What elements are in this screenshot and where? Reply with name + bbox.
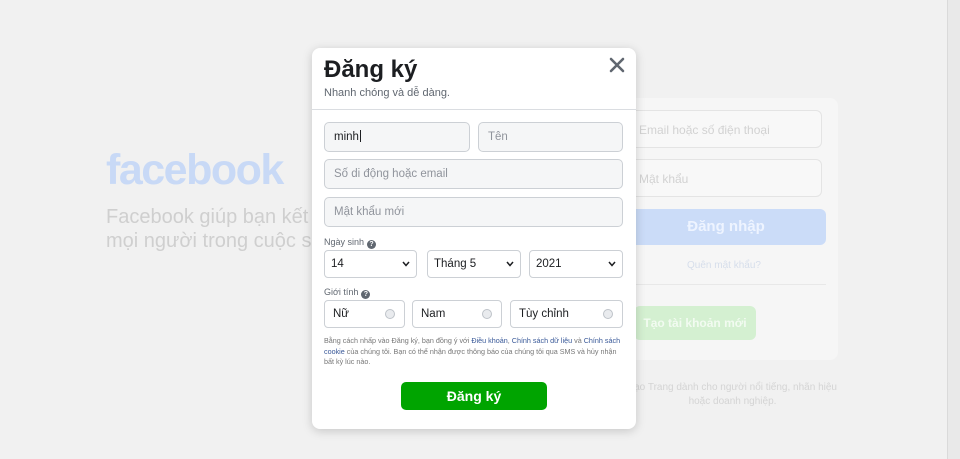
login-button[interactable]: Đăng nhập (626, 209, 826, 245)
modal-subtitle: Nhanh chóng và dễ dàng. (324, 87, 450, 99)
scrollbar[interactable] (947, 0, 960, 459)
gender-option-male[interactable]: Nam (412, 300, 502, 328)
login-email-input[interactable]: Email hoặc số điện thoại (626, 110, 822, 148)
terms-text-part: Bằng cách nhấp vào Đăng ký, bạn đồng ý v… (324, 336, 472, 345)
forgot-password-link[interactable]: Quên mật khẩu? (610, 260, 838, 271)
signup-modal: Đăng ký Nhanh chóng và dễ dàng. minh Tên… (312, 48, 636, 429)
modal-divider (312, 109, 636, 110)
birthday-day-select[interactable]: 14 (324, 250, 417, 278)
contact-input[interactable]: Số di động hoặc email (324, 159, 623, 189)
login-card: Email hoặc số điện thoại Mật khẩu Đăng n… (610, 98, 838, 360)
new-password-input[interactable]: Mật khẩu mới (324, 197, 623, 227)
radio-button[interactable] (385, 309, 395, 319)
chevron-down-icon (608, 261, 616, 267)
login-password-input[interactable]: Mật khẩu (626, 159, 822, 197)
radio-button[interactable] (482, 309, 492, 319)
terms-text-part: của chúng tôi. Bạn có thể nhận được thôn… (324, 346, 617, 367)
facebook-logo: facebook (106, 146, 284, 194)
create-account-button[interactable]: Tạo tài khoản mới (634, 306, 756, 340)
birthday-label-text: Ngày sinh (324, 237, 365, 247)
birthday-month-value: Tháng 5 (434, 258, 477, 270)
first-name-value: minh (334, 131, 359, 143)
gender-option-label: Nam (421, 308, 446, 320)
birthday-label: Ngày sinh? (324, 237, 377, 249)
gender-option-label: Nữ (333, 308, 350, 320)
help-icon[interactable]: ? (367, 240, 377, 249)
gender-option-female[interactable]: Nữ (324, 300, 405, 328)
radio-button[interactable] (603, 309, 613, 319)
chevron-down-icon (402, 261, 410, 267)
gender-label-text: Giới tính (324, 287, 359, 297)
birthday-month-select[interactable]: Tháng 5 (427, 250, 521, 278)
first-name-input[interactable]: minh (324, 122, 470, 152)
gender-option-custom[interactable]: Tùy chỉnh (510, 300, 623, 328)
signup-button[interactable]: Đăng ký (401, 382, 547, 410)
close-icon[interactable] (608, 56, 626, 74)
birthday-day-value: 14 (331, 258, 344, 270)
gender-label: Giới tính? (324, 287, 371, 299)
gender-option-label: Tùy chỉnh (519, 308, 569, 320)
birthday-year-select[interactable]: 2021 (529, 250, 623, 278)
last-name-input[interactable]: Tên (478, 122, 623, 152)
modal-title: Đăng ký (324, 56, 418, 83)
terms-link[interactable]: Điều khoản (471, 336, 507, 345)
login-divider (626, 284, 826, 285)
data-policy-link[interactable]: Chính sách dữ liệu (512, 336, 572, 345)
birthday-year-value: 2021 (536, 258, 562, 270)
help-icon[interactable]: ? (361, 290, 371, 299)
text-caret (359, 130, 361, 142)
terms-text: Bằng cách nhấp vào Đăng ký, bạn đồng ý v… (324, 336, 624, 368)
create-page-note: Tạo Trang dành cho người nổi tiếng, nhãn… (628, 382, 837, 407)
terms-text-part: và (572, 336, 584, 345)
chevron-down-icon (506, 261, 514, 267)
